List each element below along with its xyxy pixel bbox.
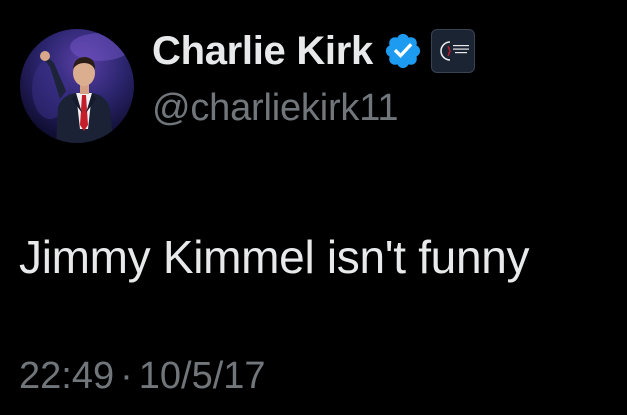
avatar[interactable] (20, 29, 134, 143)
verified-badge-icon[interactable] (383, 31, 423, 71)
profile-photo-icon (32, 33, 130, 143)
tweet-card: Charlie Kirk @charliekirk11 Jimmy Kimmel… (0, 0, 627, 415)
author-handle[interactable]: @charliekirk11 (152, 87, 398, 130)
turning-point-usa-logo-icon (440, 41, 469, 61)
tweet-date: 10/5/17 (138, 355, 266, 397)
tweet-timestamp[interactable]: 22:49 · 10/5/17 (19, 355, 266, 398)
affiliate-badge[interactable] (430, 29, 475, 73)
author-name-row: Charlie Kirk (152, 26, 475, 76)
tweet-time: 22:49 (19, 355, 115, 397)
display-name[interactable]: Charlie Kirk (152, 29, 373, 74)
tweet-text: Jimmy Kimmel isn't funny (19, 231, 530, 283)
meta-separator: · (120, 355, 133, 397)
